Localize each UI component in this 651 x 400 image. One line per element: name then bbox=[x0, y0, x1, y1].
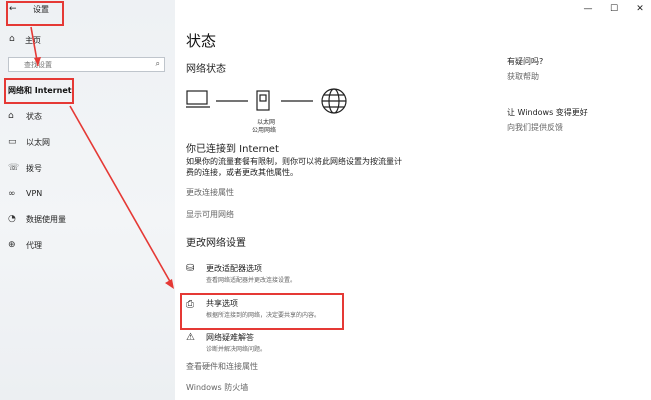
annotation-arrow-settings-to-network bbox=[30, 26, 41, 67]
annotation-arrows bbox=[30, 26, 174, 289]
annotation-arrow-network-to-sharing bbox=[69, 105, 174, 289]
